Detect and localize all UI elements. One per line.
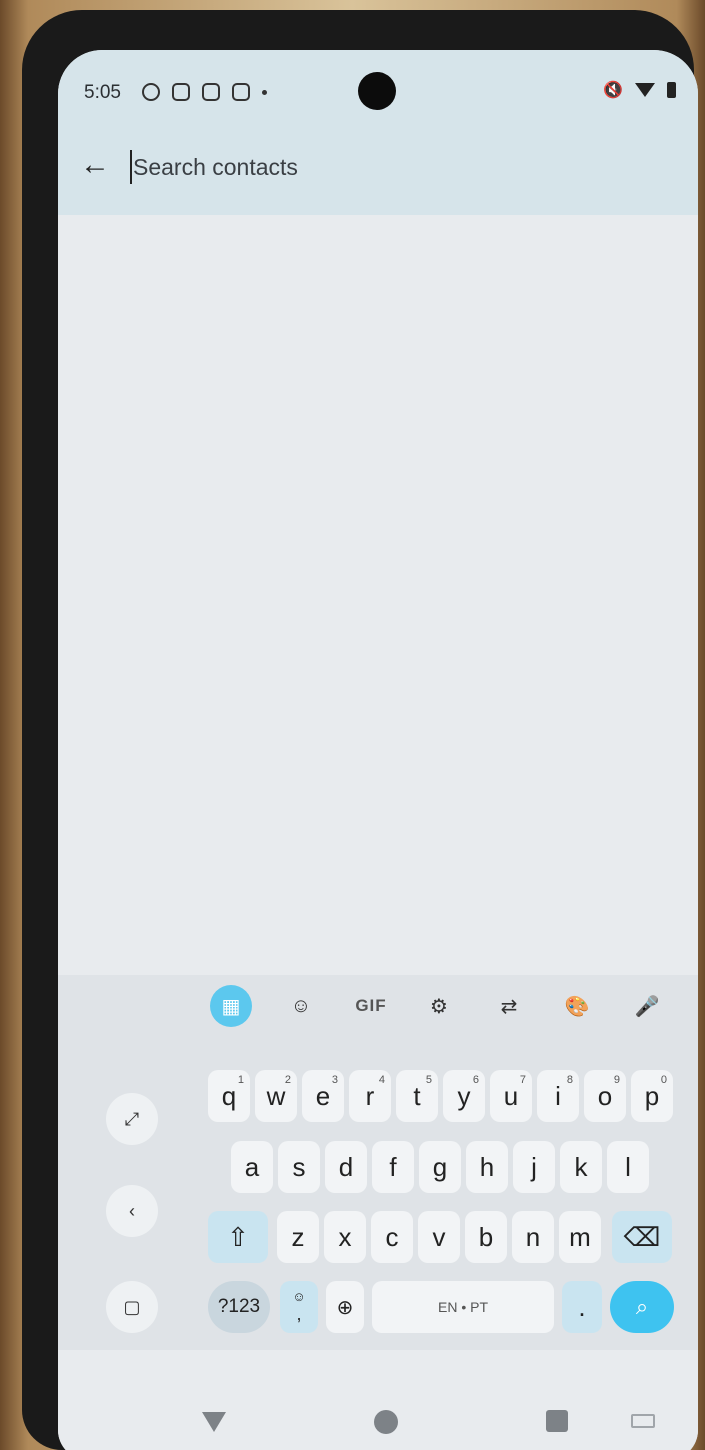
key-i[interactable]: i8 (537, 1070, 579, 1122)
system-navigation-bar (58, 1350, 698, 1450)
search-results-area (58, 215, 698, 975)
keyboard-toolbar: ▦ ☺ GIF ⚙ ⇄ 🎨 🎤 (210, 985, 680, 1029)
key-o[interactable]: o9 (584, 1070, 626, 1122)
key-hint: 1 (237, 1074, 244, 1086)
period-key[interactable]: . (562, 1281, 602, 1333)
screen: 5:05 🔇 ← ▦ ☺ GIF ⚙ (58, 50, 698, 1450)
key-label: p (644, 1080, 660, 1111)
nav-recents-icon[interactable] (546, 1410, 568, 1432)
expand-keyboard-icon[interactable]: ⤢ (106, 1093, 158, 1145)
theme-palette-icon[interactable]: 🎨 (556, 985, 598, 1027)
key-label: u (503, 1080, 519, 1111)
key-hint: 2 (284, 1074, 291, 1086)
key-m[interactable]: m (559, 1211, 601, 1263)
phone-frame: 5:05 🔇 ← ▦ ☺ GIF ⚙ (22, 10, 698, 1450)
app-notification-icon (142, 83, 160, 101)
key-f[interactable]: f (372, 1141, 414, 1193)
language-globe-icon[interactable]: ⊕ (326, 1281, 364, 1333)
key-v[interactable]: v (418, 1211, 460, 1263)
translate-icon[interactable]: ⇄ (488, 985, 530, 1027)
wifi-icon (635, 83, 655, 97)
shift-key[interactable]: ⇧ (208, 1211, 268, 1263)
key-hint: 9 (613, 1074, 620, 1086)
clipboard-icon (202, 83, 220, 101)
message-icon (232, 83, 250, 101)
key-l[interactable]: l (607, 1141, 649, 1193)
back-arrow-icon[interactable]: ← (80, 150, 110, 180)
key-k[interactable]: k (560, 1141, 602, 1193)
key-g[interactable]: g (419, 1141, 461, 1193)
sticker-icon[interactable]: ☺ (280, 985, 322, 1027)
key-r[interactable]: r4 (349, 1070, 391, 1122)
key-j[interactable]: j (513, 1141, 555, 1193)
key-w[interactable]: w2 (255, 1070, 297, 1122)
key-q[interactable]: q1 (208, 1070, 250, 1122)
microphone-icon[interactable]: 🎤 (626, 985, 668, 1027)
status-time: 5:05 (84, 82, 121, 103)
key-n[interactable]: n (512, 1211, 554, 1263)
comma-label: , (296, 1304, 302, 1324)
key-a[interactable]: a (231, 1141, 273, 1193)
key-hint: 3 (331, 1074, 338, 1086)
emoji-icon: ☺ (292, 1289, 306, 1304)
key-x[interactable]: x (324, 1211, 366, 1263)
key-s[interactable]: s (278, 1141, 320, 1193)
gif-button[interactable]: GIF (350, 985, 392, 1027)
settings-gear-icon[interactable]: ⚙ (418, 985, 460, 1027)
key-label: r (365, 1080, 375, 1111)
key-label: t (413, 1080, 421, 1111)
key-label: e (315, 1080, 331, 1111)
on-screen-keyboard: ▦ ☺ GIF ⚙ ⇄ 🎨 🎤 ⤢ ‹ ▢ q1w2e3r4t5y6u7i8o9… (58, 975, 698, 1350)
system-status-icons: 🔇 (603, 80, 676, 100)
key-y[interactable]: y6 (443, 1070, 485, 1122)
search-header: 5:05 🔇 ← (58, 50, 698, 215)
key-label: o (597, 1080, 613, 1111)
nav-back-icon[interactable] (202, 1412, 226, 1432)
key-h[interactable]: h (466, 1141, 508, 1193)
emoji-comma-key[interactable]: ☺ , (280, 1281, 318, 1333)
key-c[interactable]: c (371, 1211, 413, 1263)
sim-icon (172, 83, 190, 101)
key-d[interactable]: d (325, 1141, 367, 1193)
more-notifications-dot (262, 90, 267, 95)
key-b[interactable]: b (465, 1211, 507, 1263)
key-hint: 5 (425, 1074, 432, 1086)
key-label: i (555, 1080, 561, 1111)
key-t[interactable]: t5 (396, 1070, 438, 1122)
key-hint: 7 (519, 1074, 526, 1086)
key-hint: 6 (472, 1074, 479, 1086)
notification-icons (142, 83, 267, 101)
nav-home-icon[interactable] (374, 1410, 398, 1434)
key-label: y (457, 1080, 471, 1111)
key-hint: 0 (660, 1074, 667, 1086)
gif-label: GIF (355, 996, 387, 1015)
backspace-key[interactable]: ⌫ (612, 1211, 672, 1263)
vibrate-off-icon: 🔇 (603, 82, 623, 99)
key-z[interactable]: z (277, 1211, 319, 1263)
floating-keyboard-icon[interactable]: ▢ (106, 1281, 158, 1333)
key-label: q (221, 1080, 237, 1111)
collapse-arrow-icon[interactable]: ‹ (106, 1185, 158, 1237)
symbols-key[interactable]: ?123 (208, 1281, 270, 1333)
apps-grid-icon[interactable]: ▦ (210, 985, 252, 1027)
search-input[interactable] (130, 150, 590, 184)
key-u[interactable]: u7 (490, 1070, 532, 1122)
key-e[interactable]: e3 (302, 1070, 344, 1122)
key-label: w (266, 1080, 286, 1111)
key-hint: 8 (566, 1074, 573, 1086)
search-key[interactable]: ⌕ (610, 1281, 674, 1333)
keyboard-switch-icon[interactable] (631, 1414, 655, 1428)
battery-icon (667, 82, 676, 98)
front-camera (358, 72, 396, 110)
space-bar[interactable]: EN • PT (372, 1281, 554, 1333)
key-p[interactable]: p0 (631, 1070, 673, 1122)
key-hint: 4 (378, 1074, 385, 1086)
